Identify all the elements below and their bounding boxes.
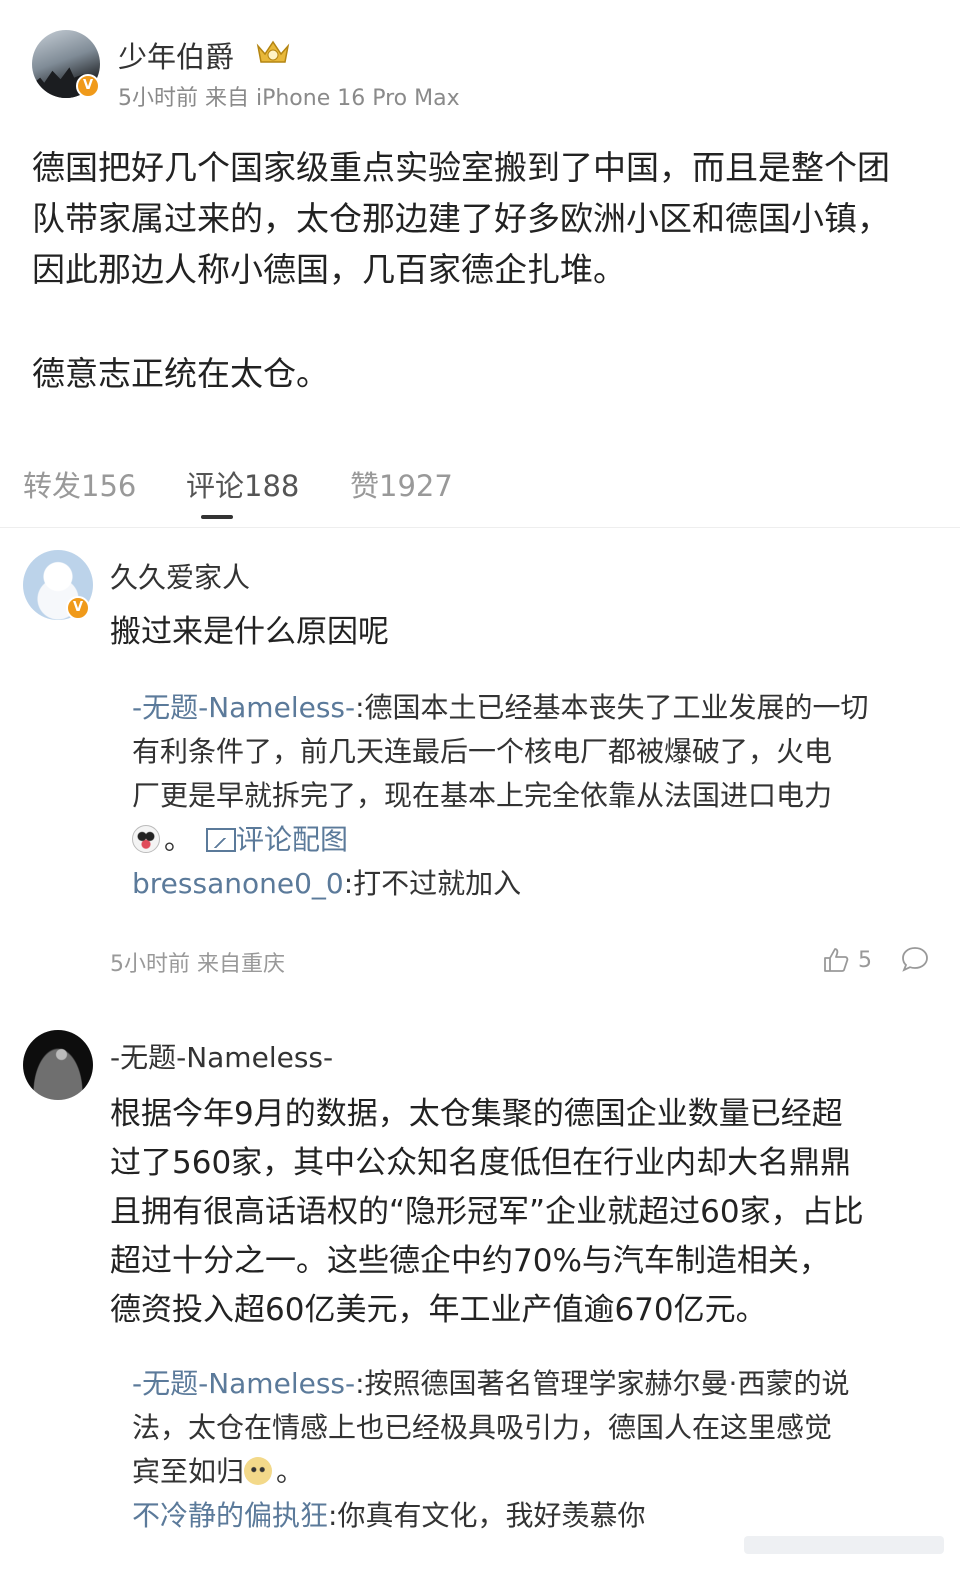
like-count: 5 [858, 947, 872, 973]
reply-text: 法，太仓在情感上也已经极具吸引力，德国人在这里感觉 [132, 1411, 833, 1444]
reply-author[interactable]: 不冷静的偏执狂 [132, 1499, 328, 1532]
comment-image-link[interactable]: 评论配图 [236, 823, 348, 856]
reply-item[interactable]: -无题-Nameless-:德国本土已经基本丧失了工业发展的一切 [132, 686, 940, 730]
reply-text: 打不过就加入 [353, 867, 522, 900]
reply-list: -无题-Nameless-:德国本土已经基本丧失了工业发展的一切 有利条件了，前… [110, 686, 940, 906]
image-icon[interactable] [206, 828, 237, 852]
doge-emoji-icon [244, 1457, 273, 1485]
reply-tail-line: 。 评论配图 [132, 818, 940, 862]
watermark-icon [744, 1536, 944, 1554]
comment-meta: 5小时前 来自重庆 [110, 952, 285, 977]
reply-item[interactable]: bressanone0_0:打不过就加入 [132, 862, 940, 906]
comment-author-name[interactable]: 久久爱家人 [110, 556, 250, 596]
reply-list: -无题-Nameless-:按照德国著名管理学家赫尔曼·西蒙的说 法，太仓在情感… [110, 1362, 940, 1538]
reply-text: 德国本土已经基本丧失了工业发展的一切 [364, 691, 869, 724]
post-tabs: 转发156 评论188 赞1927 [0, 455, 960, 528]
panda-emoji-icon [132, 825, 160, 853]
tab-likes[interactable]: 赞1927 [350, 463, 453, 505]
reply-tail-line: 宾至如归。 [132, 1450, 940, 1494]
post-body-line: 因此那边人称小德国，几百家德企扎堆。 [32, 250, 626, 289]
thumbs-up-icon [824, 948, 849, 972]
comment-text-line: 德资投入超60亿美元，年工业产值逾670亿元。 [110, 1292, 767, 1328]
tab-comments[interactable]: 评论188 [186, 463, 299, 505]
comment-text: 搬过来是什么原因呢 [110, 614, 389, 650]
post-body-line: 队带家属过来的，太仓那边建了好多欧洲小区和德国小镇， [32, 199, 890, 238]
reply-text: 宾至如归 [132, 1455, 245, 1488]
reply-item[interactable]: -无题-Nameless-:按照德国著名管理学家赫尔曼·西蒙的说 [132, 1362, 940, 1406]
like-button[interactable]: 5 [822, 944, 872, 976]
post-body-line: 德国把好几个国家级重点实验室搬到了中国，而且是整个团 [32, 148, 890, 187]
reply-text: 有利条件了，前几天连最后一个核电厂都被爆破了，火电 [132, 735, 833, 768]
post-meta: 5小时前 来自 iPhone 16 Pro Max [118, 86, 460, 111]
reply-author[interactable]: -无题-Nameless- [132, 691, 355, 724]
verified-badge-icon: V [76, 74, 100, 98]
post-body: 德国把好几个国家级重点实验室搬到了中国，而且是整个团 队带家属过来的，太仓那边建… [32, 142, 937, 399]
reply-tail: 。 [164, 823, 193, 856]
reply-author[interactable]: bressanone0_0 [132, 867, 344, 900]
reply-text: 你真有文化，我好羡慕你 [337, 1499, 646, 1532]
comment-text-line: 根据今年9月的数据，太仓集聚的德国企业数量已经超 [110, 1096, 843, 1132]
reply-tail: 。 [276, 1455, 305, 1488]
comment-bubble-icon[interactable] [900, 944, 930, 974]
post-body-line: 德意志正统在太仓。 [32, 354, 329, 393]
reply-author[interactable]: -无题-Nameless- [132, 1367, 355, 1400]
comment-text-line: 超过十分之一。这些德企中约70%与汽车制造相关， [110, 1243, 830, 1279]
comment-text-line: 过了560家，其中公众知名度低但在行业内却大名鼎鼎 [110, 1145, 852, 1181]
tab-reposts[interactable]: 转发156 [23, 463, 136, 505]
comment-author-name[interactable]: -无题-Nameless- [110, 1036, 333, 1076]
comment-text: 根据今年9月的数据，太仓集聚的德国企业数量已经超 过了560家，其中公众知名度低… [110, 1090, 950, 1335]
reply-text: 厂更是早就拆完了，现在基本上完全依靠从法国进口电力 [132, 779, 833, 812]
commenter-avatar[interactable] [23, 1030, 93, 1100]
post-header: V 少年伯爵 5小时前 来自 iPhone 16 Pro Max [0, 0, 960, 120]
crown-medal-icon [256, 40, 290, 63]
post-author-name[interactable]: 少年伯爵 [118, 34, 234, 76]
active-tab-indicator [201, 515, 233, 519]
verified-badge-icon: V [66, 596, 90, 620]
reply-text: 按照德国著名管理学家赫尔曼·西蒙的说 [364, 1367, 850, 1400]
comment-text-line: 且拥有很高话语权的“隐形冠军”企业就超过60家，占比 [110, 1194, 864, 1230]
